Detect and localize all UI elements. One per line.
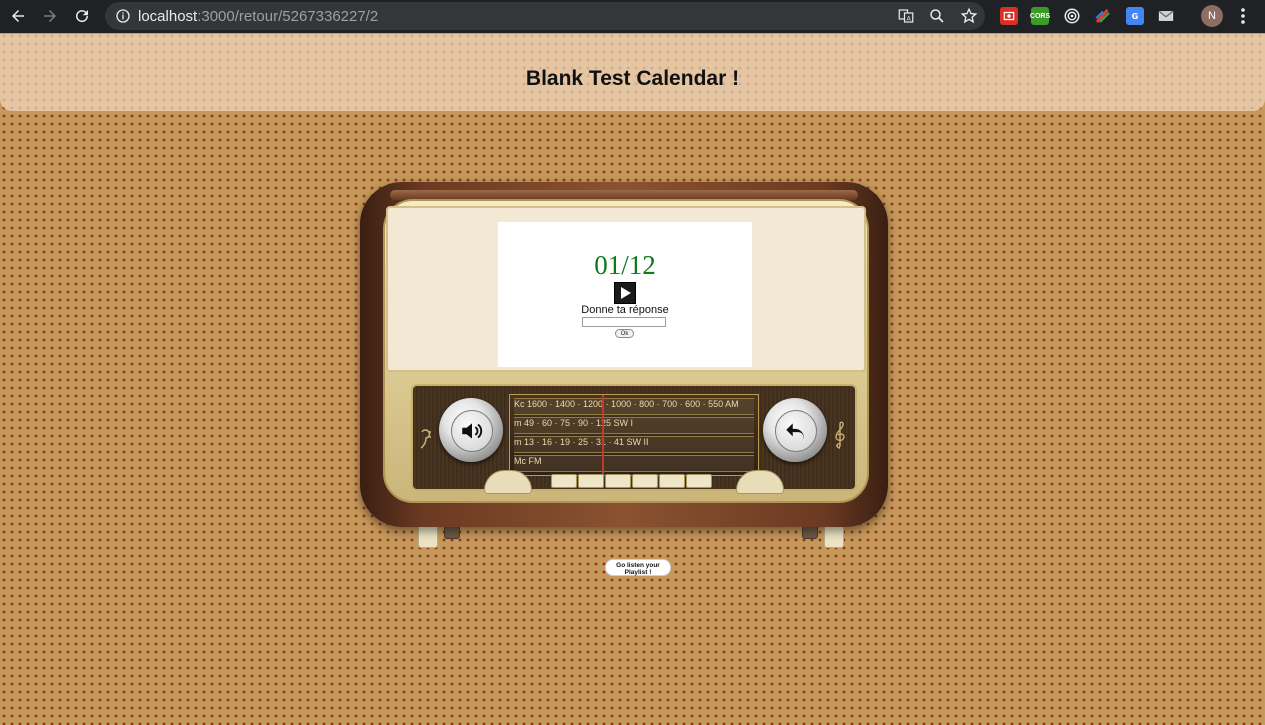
- preset-key: [551, 474, 577, 488]
- url-path: :3000/retour/5267336227/2: [197, 8, 379, 25]
- dial-row-am: Kc 1600 · 1400 · 1200 · 1000 · 800 · 700…: [514, 398, 754, 415]
- dial-row-sw2: m 13 · 16 · 19 · 25 · 31 · 41 SW II: [514, 436, 754, 453]
- color-picker-extension-icon[interactable]: [1094, 7, 1112, 25]
- cors-extension-icon[interactable]: CORS: [1029, 7, 1051, 25]
- frequency-dial: Kc 1600 · 1400 · 1200 · 1000 · 800 · 700…: [509, 394, 759, 476]
- address-bar[interactable]: localhost:3000/retour/5267336227/2 A: [105, 2, 985, 30]
- preset-keys: [545, 474, 715, 488]
- forward-arrow-icon[interactable]: [40, 6, 60, 26]
- quiz-card: 01/12 Donne ta réponse Ok: [498, 222, 752, 367]
- page-title: Blank Test Calendar !: [525, 67, 740, 90]
- site-info-icon[interactable]: [115, 8, 131, 24]
- translate-icon[interactable]: A: [897, 7, 915, 25]
- url-text[interactable]: localhost:3000/retour/5267336227/2: [138, 8, 378, 25]
- preset-key: [686, 474, 712, 488]
- day-counter: 01/12: [594, 250, 656, 280]
- volume-knob[interactable]: [439, 398, 503, 462]
- target-extension-icon[interactable]: [1063, 7, 1081, 25]
- svg-text:G: G: [1132, 11, 1139, 21]
- back-knob[interactable]: [763, 398, 827, 462]
- bookmark-star-icon[interactable]: [960, 7, 978, 25]
- answer-input[interactable]: [582, 317, 666, 327]
- profile-avatar[interactable]: N: [1201, 5, 1223, 27]
- url-host: localhost: [138, 8, 198, 25]
- browser-toolbar: localhost:3000/retour/5267336227/2 A COR…: [0, 0, 1265, 33]
- speaker-volume-icon: [462, 423, 483, 439]
- cors-label: CORS: [1029, 12, 1051, 20]
- tuning-needle: [602, 395, 604, 475]
- radio-foot-left-rear: [444, 525, 460, 539]
- play-button[interactable]: [614, 282, 636, 304]
- volume-knob-cap: [451, 410, 493, 452]
- kebab-menu-icon[interactable]: [1237, 7, 1249, 25]
- return-arrow-icon: [786, 423, 804, 440]
- playlist-button[interactable]: Go listen your Playlist !: [605, 559, 671, 576]
- treble-clef-icon: [835, 421, 845, 449]
- ok-button[interactable]: Ok: [615, 329, 634, 338]
- answer-prompt: Donne ta réponse: [581, 304, 669, 316]
- preset-key: [605, 474, 631, 488]
- preset-key: [578, 474, 604, 488]
- zoom-icon[interactable]: [928, 7, 946, 25]
- reload-icon[interactable]: [72, 6, 92, 26]
- page-header: Blank Test Calendar !: [0, 34, 1265, 111]
- dial-row-sw1: m 49 · 60 · 75 · 90 · 125 SW I: [514, 417, 754, 434]
- radio-foot-right: [824, 524, 844, 548]
- radio-foot-left: [418, 524, 438, 548]
- extension-red-icon[interactable]: [1000, 7, 1018, 25]
- radio-cabinet: 01/12 Donne ta réponse Ok Kc 1600 · 1400…: [360, 182, 888, 527]
- play-icon: [621, 287, 631, 299]
- back-arrow-icon[interactable]: [8, 6, 28, 26]
- google-translate-extension-icon[interactable]: G: [1126, 7, 1144, 25]
- preset-key: [632, 474, 658, 488]
- back-knob-cap: [775, 410, 817, 452]
- dial-row-fm: Mc FM: [514, 455, 754, 472]
- mail-extension-icon[interactable]: [1157, 7, 1175, 25]
- vintage-radio: 01/12 Donne ta réponse Ok Kc 1600 · 1400…: [360, 182, 888, 548]
- radio-foot-right-rear: [802, 525, 818, 539]
- bass-clef-icon: [420, 429, 431, 449]
- preset-key: [659, 474, 685, 488]
